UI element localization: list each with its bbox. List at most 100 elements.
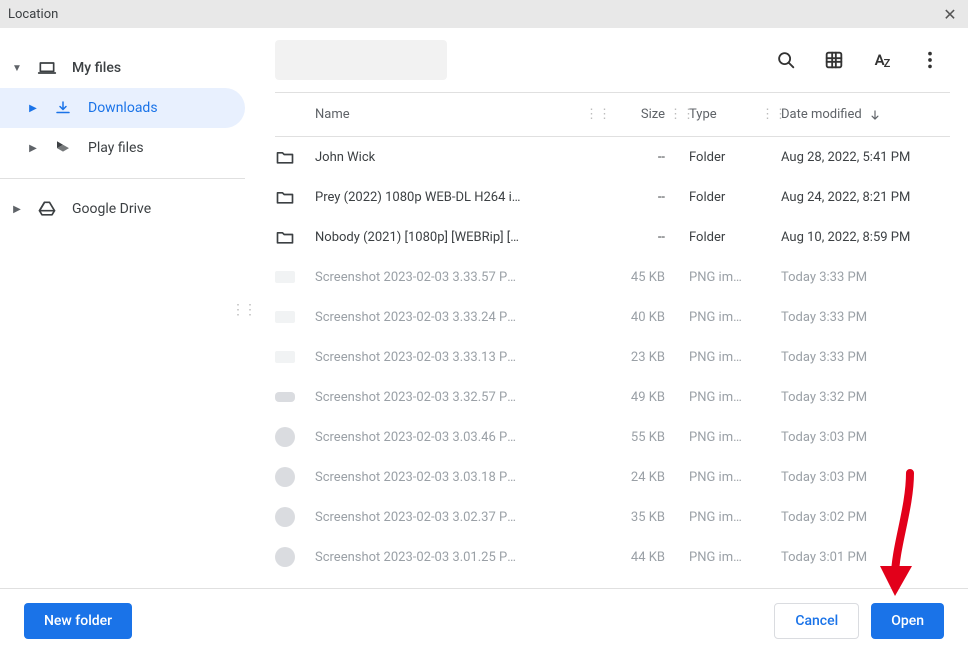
folder-icon <box>275 147 295 167</box>
file-name: Screenshot 2023-02-03 3.33.57 PM.p… <box>315 270 525 285</box>
file-date: Today 3:33 PM <box>781 310 941 325</box>
col-type[interactable]: Type <box>689 107 761 122</box>
file-date: Today 3:03 PM <box>781 470 941 485</box>
file-size: 40 KB <box>605 310 669 325</box>
file-size: 44 KB <box>605 550 669 565</box>
file-name: Nobody (2021) [1080p] [WEBRip] [5.1]… <box>315 230 525 245</box>
file-type: PNG im… <box>689 510 761 525</box>
file-thumbnail <box>275 427 295 447</box>
folder-icon <box>275 187 295 207</box>
file-name: Screenshot 2023-02-03 3.32.57 PM.p… <box>315 390 525 405</box>
sidebar-item-play-files[interactable]: ▶ Play files <box>0 128 245 168</box>
table-row[interactable]: Screenshot 2023-02-03 3.33.24 PM.p… 40 KB… <box>275 297 950 337</box>
file-name: Screenshot 2023-02-03 3.33.24 PM.p… <box>315 310 525 325</box>
file-size: 23 KB <box>605 350 669 365</box>
file-type: PNG im… <box>689 350 761 365</box>
file-date: Today 3:03 PM <box>781 430 941 445</box>
table-row[interactable]: Screenshot 2023-02-03 3.33.13 PM.p…23 KB… <box>275 337 950 377</box>
sort-descending-icon <box>868 108 882 122</box>
file-size: -- <box>605 150 669 165</box>
file-thumbnail <box>275 467 295 487</box>
file-size: 35 KB <box>605 510 669 525</box>
sidebar-separator <box>0 178 245 179</box>
file-type: PNG im… <box>689 550 761 565</box>
table-row[interactable]: Screenshot 2023-02-03 3.33.57 PM.p… 45 KB… <box>275 257 950 297</box>
file-date: Today 3:01 PM <box>781 550 941 565</box>
play-icon <box>52 139 74 157</box>
folder-icon <box>275 227 295 247</box>
table-row[interactable]: Nobody (2021) [1080p] [WEBRip] [5.1]… -- F… <box>275 217 950 257</box>
col-date-modified[interactable]: Date modified <box>781 107 941 122</box>
file-date: Aug 24, 2022, 8:21 PM <box>781 190 941 205</box>
file-type: Folder <box>689 150 761 165</box>
sidebar-item-google-drive[interactable]: ▶ Google Drive <box>0 189 245 229</box>
chevron-down-icon: ▼ <box>12 63 22 74</box>
file-table: Name ⋮⋮ Size ⋮⋮ Type ⋮⋮ Date modified Jo… <box>245 93 968 588</box>
window-titlebar: Location ✕ <box>0 0 968 28</box>
file-size: -- <box>605 190 669 205</box>
table-row[interactable]: Screenshot 2023-02-03 3.01.25 PM.p… 44 KB… <box>275 537 950 577</box>
table-header: Name ⋮⋮ Size ⋮⋮ Type ⋮⋮ Date modified <box>275 93 950 137</box>
file-thumbnail <box>275 392 295 402</box>
file-size: 55 KB <box>605 430 669 445</box>
col-name[interactable]: Name <box>315 107 525 122</box>
file-type: Folder <box>689 230 761 245</box>
file-date: Today 3:02 PM <box>781 510 941 525</box>
panel-toolbar: AZ <box>245 28 968 92</box>
file-size: 24 KB <box>605 470 669 485</box>
file-type: PNG im… <box>689 310 761 325</box>
file-name: Screenshot 2023-02-03 3.03.46 PM.p… <box>315 430 525 445</box>
file-size: 49 KB <box>605 390 669 405</box>
sort-az-icon[interactable]: AZ <box>862 40 902 80</box>
file-size: -- <box>605 230 669 245</box>
table-row[interactable]: Screenshot 2023-02-03 3.03.18 PM.p…24 KB… <box>275 457 950 497</box>
file-date: Today 3:32 PM <box>781 390 941 405</box>
col-size[interactable]: Size <box>605 107 669 122</box>
file-date: Today 3:33 PM <box>781 270 941 285</box>
sidebar-root-label: My files <box>72 60 233 76</box>
new-folder-button[interactable]: New folder <box>24 603 132 639</box>
chevron-right-icon: ▶ <box>12 204 22 215</box>
file-date: Aug 10, 2022, 8:59 PM <box>781 230 941 245</box>
file-size: 45 KB <box>605 270 669 285</box>
file-name: Screenshot 2023-02-03 3.02.37 PM.p… <box>315 510 525 525</box>
table-row[interactable]: John Wick--FolderAug 28, 2022, 5:41 PM <box>275 137 950 177</box>
file-type: Folder <box>689 190 761 205</box>
file-type: PNG im… <box>689 270 761 285</box>
sidebar-collapse-handle[interactable]: ⋮⋮ <box>231 302 255 318</box>
grid-view-icon[interactable] <box>814 40 854 80</box>
open-button[interactable]: Open <box>871 603 944 639</box>
file-type: PNG im… <box>689 430 761 445</box>
sidebar-item-label: Play files <box>88 140 233 156</box>
column-drag-handle-icon[interactable]: ⋮⋮ <box>669 107 689 122</box>
column-drag-handle-icon[interactable]: ⋮⋮ <box>761 107 781 122</box>
table-row[interactable]: Screenshot 2023-02-03 3.03.46 PM.p… 55 KB… <box>275 417 950 457</box>
column-drag-handle-icon[interactable]: ⋮⋮ <box>585 107 605 122</box>
chevron-right-icon: ▶ <box>28 143 38 154</box>
file-date: Today 3:33 PM <box>781 350 941 365</box>
file-type: PNG im… <box>689 470 761 485</box>
file-name: John Wick <box>315 150 525 165</box>
file-name: Screenshot 2023-02-03 3.01.25 PM.p… <box>315 550 525 565</box>
table-row[interactable]: Screenshot 2023-02-03 3.02.37 PM.p… 35 KB… <box>275 497 950 537</box>
cancel-button[interactable]: Cancel <box>774 603 859 639</box>
breadcrumb-redacted <box>275 40 447 80</box>
main-content: ▼ My files ▶ Downloads ▶ Play files ▶ <box>0 28 968 588</box>
file-thumbnail <box>275 351 295 363</box>
table-row[interactable]: Prey (2022) 1080p WEB-DL H264 iTA…--Fold… <box>275 177 950 217</box>
laptop-icon <box>36 58 58 78</box>
download-icon <box>52 99 74 117</box>
sidebar-item-label: Downloads <box>88 100 233 116</box>
close-icon[interactable]: ✕ <box>940 5 960 24</box>
search-icon[interactable] <box>766 40 806 80</box>
dialog-footer: New folder Cancel Open <box>0 588 968 652</box>
file-type: PNG im… <box>689 390 761 405</box>
file-thumbnail <box>275 311 295 323</box>
more-vert-icon[interactable] <box>910 40 950 80</box>
file-thumbnail <box>275 547 295 567</box>
file-thumbnail <box>275 271 295 283</box>
table-row[interactable]: Screenshot 2023-02-03 3.32.57 PM.p… 49 KB… <box>275 377 950 417</box>
file-panel: ⋮⋮ AZ Name ⋮⋮ Size <box>245 28 968 588</box>
sidebar-root-my-files[interactable]: ▼ My files <box>0 48 245 88</box>
sidebar-item-downloads[interactable]: ▶ Downloads <box>0 88 245 128</box>
